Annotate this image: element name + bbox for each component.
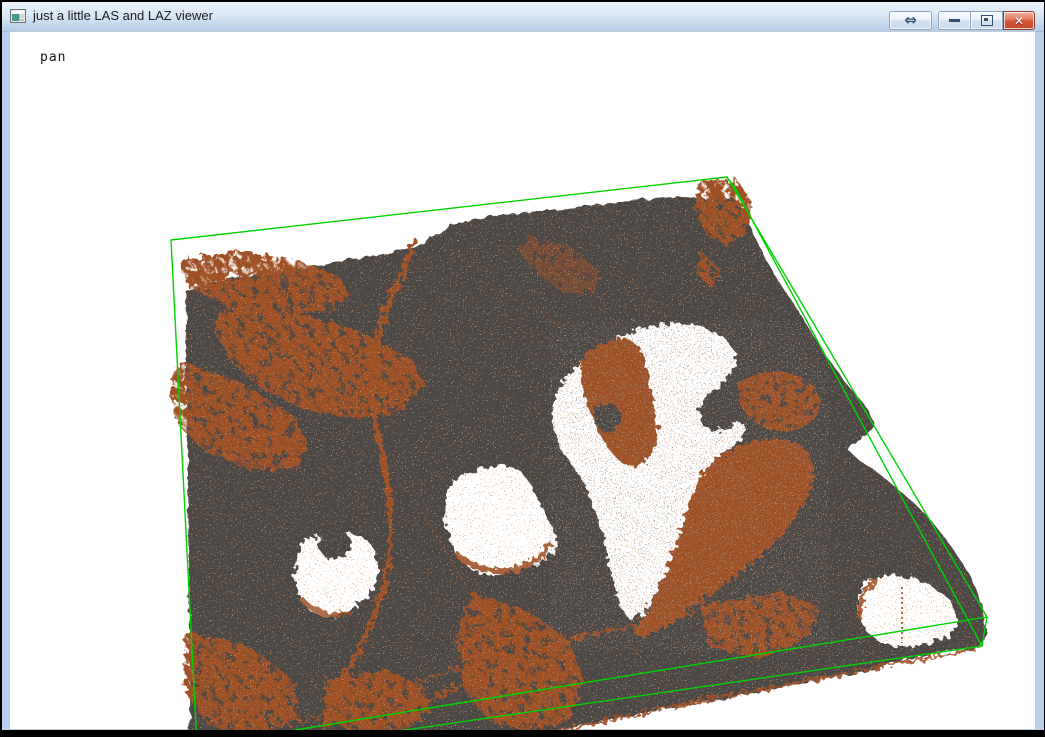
point-speckle-noise: [159, 171, 999, 730]
window-title: just a little LAS and LAZ viewer: [33, 8, 213, 23]
titlebar[interactable]: just a little LAS and LAZ viewer ⇔ ✕: [2, 2, 1044, 32]
window-controls: ⇔ ✕: [889, 11, 1035, 30]
close-button[interactable]: ✕: [1003, 11, 1035, 30]
viewer-window: just a little LAS and LAZ viewer ⇔ ✕: [2, 2, 1044, 730]
close-icon: ✕: [1014, 14, 1024, 28]
pointcloud-layer: [159, 171, 999, 730]
horizontal-resize-icon: ⇔: [904, 13, 917, 28]
interaction-mode-label: pan: [40, 50, 66, 65]
lidar-pointcloud-render: [9, 31, 1036, 730]
maximize-button[interactable]: [971, 11, 1003, 30]
horizontal-resize-button[interactable]: ⇔: [889, 11, 932, 30]
minimize-icon: [949, 19, 960, 22]
application-window-icon[interactable]: [10, 8, 27, 24]
minimize-button[interactable]: [938, 11, 971, 30]
screenshot-background: just a little LAS and LAZ viewer ⇔ ✕: [0, 0, 1045, 737]
maximize-icon: [981, 15, 993, 26]
pointcloud-viewport[interactable]: pan: [9, 31, 1036, 730]
